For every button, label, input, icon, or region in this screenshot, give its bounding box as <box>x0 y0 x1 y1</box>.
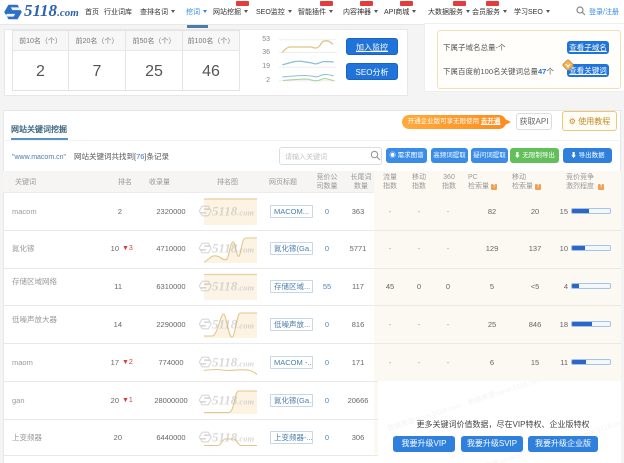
svg-text:5118.com: 5118.com <box>212 393 254 408</box>
svg-text:5118.com: 5118.com <box>212 430 254 445</box>
svg-text:5118.com: 5118.com <box>212 317 254 332</box>
svg-text:5118.com: 5118.com <box>212 204 254 219</box>
svg-text:5118.com: 5118.com <box>212 279 254 294</box>
svg-text:5118.com: 5118.com <box>212 355 254 370</box>
svg-text:5118.com: 5118.com <box>212 241 254 256</box>
